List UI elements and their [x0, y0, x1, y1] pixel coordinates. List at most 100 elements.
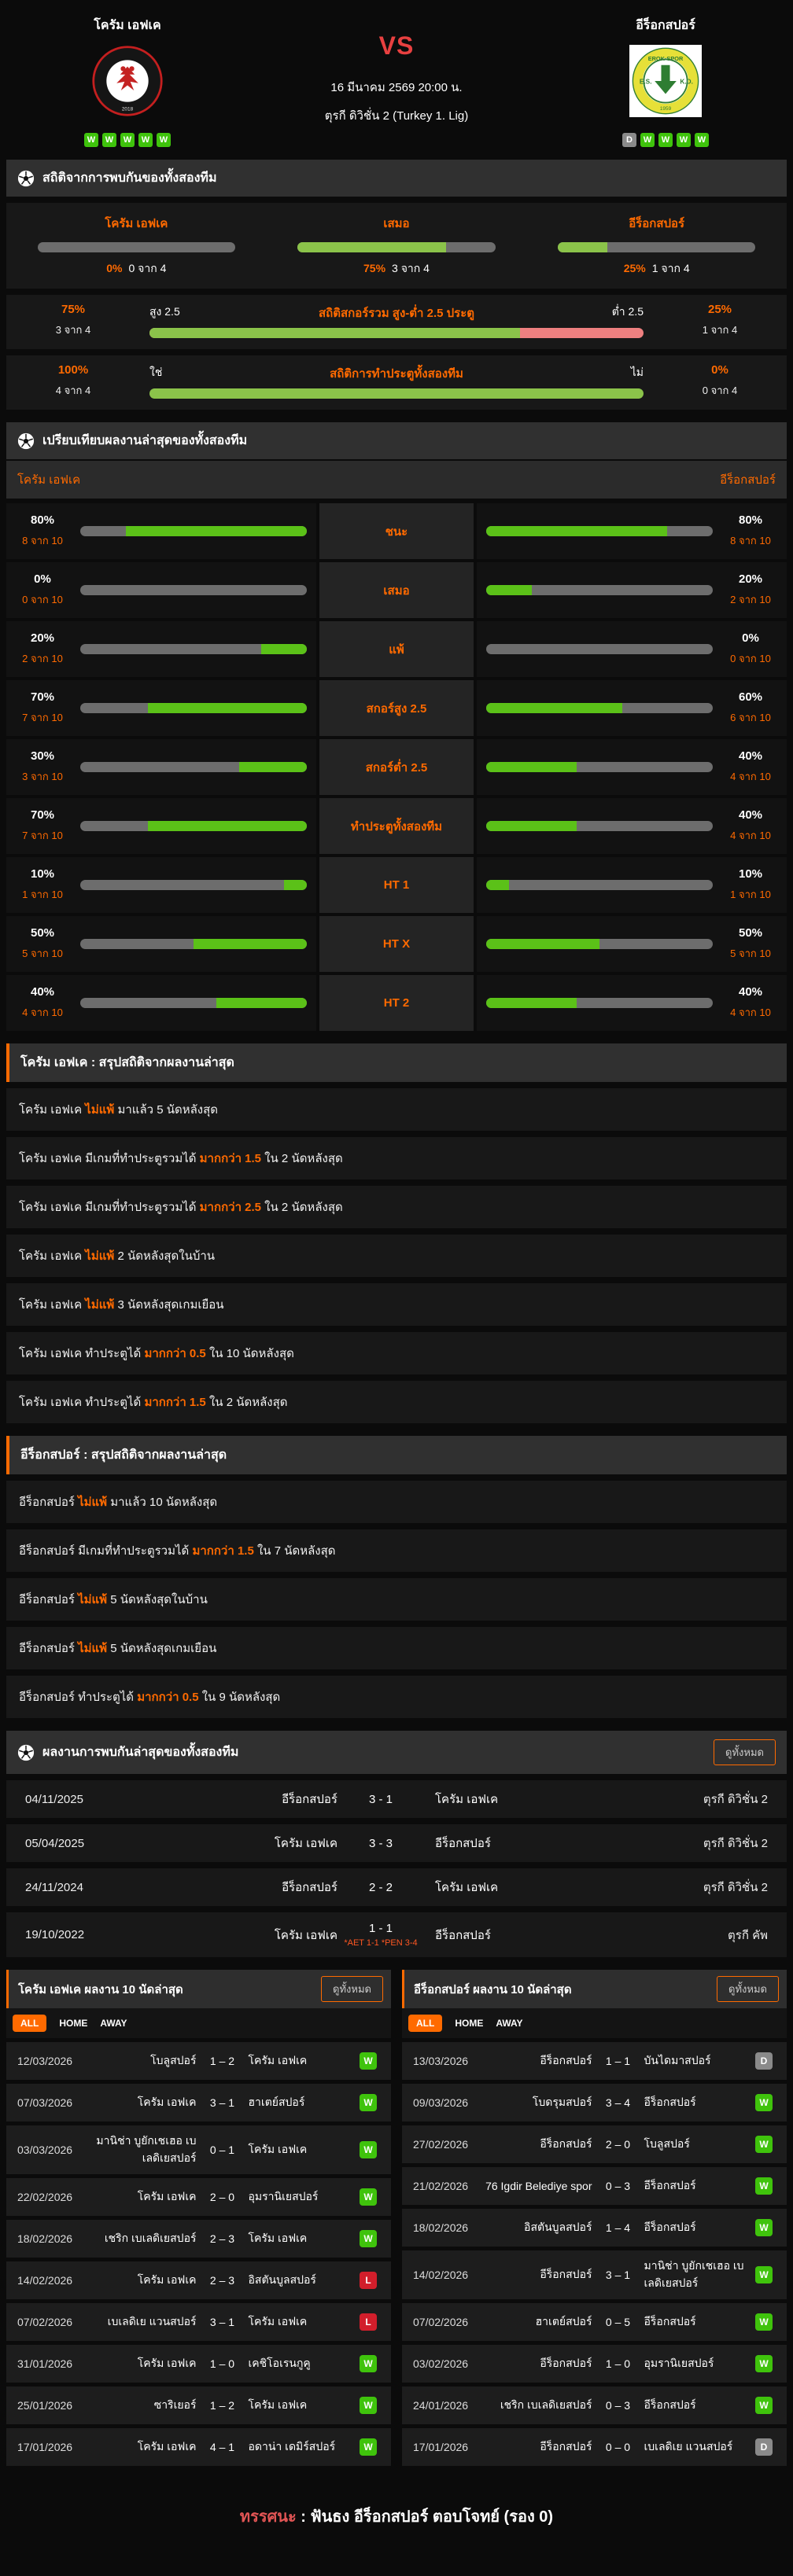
- page: โครัม เอฟเค 2018 WWWWW VS 16 มีนาคม 2569…: [0, 0, 793, 2576]
- result-badge: W: [360, 2052, 377, 2070]
- compare-right-bar: [486, 939, 713, 949]
- home-team: โครัม เอฟเค: [137, 2273, 197, 2286]
- match-score: 3 – 1: [209, 2316, 235, 2328]
- stat-pct: 0%: [106, 262, 123, 274]
- away-team: มานิช่า บูยักเชเฮอ เบเลดิเยสปอร์: [644, 2259, 744, 2289]
- btts-bar: [149, 388, 644, 399]
- tab-away[interactable]: AWAY: [496, 2018, 522, 2029]
- result-badge: W: [755, 2177, 773, 2195]
- prediction-label: ทรรศนะ: [239, 2508, 297, 2526]
- summary-highlight: ไม่แพ้: [78, 1593, 108, 1606]
- away-team-logo: E.S. K.D. EROK·SPOR 1959: [629, 45, 702, 117]
- compare-left-bar: [80, 526, 307, 536]
- match-date: 18/02/2026: [17, 2232, 73, 2245]
- away-team: อิสตันบูลสปอร์: [248, 2273, 316, 2286]
- summary-row: อีร็อกสปอร์ ทำประตูได้ มากกว่า 0.5 ใน 9 …: [6, 1676, 787, 1718]
- stat-bar: [297, 242, 496, 252]
- form-badge: W: [138, 133, 153, 147]
- match-date: 09/03/2026: [413, 2096, 469, 2109]
- compare-row-label: สกอร์ต่ำ 2.5: [319, 739, 474, 795]
- away-team: โครัม เอฟเค: [248, 2232, 308, 2244]
- view-all-button[interactable]: ดูทั้งหมด: [717, 1976, 779, 2002]
- result-badge: W: [755, 2219, 773, 2236]
- compare-left-frac: 0 จาก 10: [22, 594, 63, 605]
- home-team: ฮาเตย์สปอร์: [535, 2315, 592, 2328]
- compare-row-label: HT X: [319, 916, 474, 972]
- team1-last10-panel: โครัม เอฟเค ผลงาน 10 นัดล่าสุด ดูทั้งหมด…: [6, 1970, 391, 2466]
- compare-left-bar: [80, 998, 307, 1008]
- view-all-button[interactable]: ดูทั้งหมด: [714, 1739, 776, 1765]
- tab-all[interactable]: ALL: [13, 2015, 47, 2032]
- btts-left-frac: 4 จาก 4: [55, 385, 91, 396]
- team2-last10-header: อีร็อกสปอร์ ผลงาน 10 นัดล่าสุด ดูทั้งหมด: [402, 1970, 787, 2008]
- match-score: 3 – 1: [605, 2269, 631, 2281]
- match-score: 2 – 3: [209, 2232, 235, 2245]
- match-date: 03/03/2026: [17, 2144, 73, 2156]
- match-row: 13/03/2026 อีร็อกสปอร์ 1 – 1 บันไดมาสปอร…: [402, 2042, 787, 2080]
- match-score: 2 – 0: [209, 2191, 235, 2203]
- svg-text:K.D.: K.D.: [680, 79, 693, 86]
- stat-frac: 0 จาก 4: [128, 262, 167, 274]
- ou-bar: [149, 327, 644, 338]
- h2h-home-win-col: โครัม เอฟเค 0% 0 จาก 4: [6, 214, 267, 278]
- compare-home-name: โครัม เอฟเค: [17, 473, 81, 487]
- soccer-ball-icon: [17, 432, 35, 449]
- away-team: บันไดมาสปอร์: [644, 2054, 711, 2066]
- away-team: โครัม เอฟเค: [248, 2054, 308, 2066]
- form-badge: W: [120, 133, 135, 147]
- stat-bar: [37, 242, 235, 252]
- view-all-button[interactable]: ดูทั้งหมด: [321, 1976, 383, 2002]
- match-score: 0 – 1: [209, 2144, 235, 2156]
- compare-rows: 80% 8 จาก 10 ชนะ 80% 8 จาก 10 0% 0 จาก 10: [6, 503, 787, 1031]
- away-team: โครัม เอฟเค: [435, 1881, 499, 1894]
- match-row: 14/02/2026 อีร็อกสปอร์ 3 – 1 มานิช่า บูย…: [402, 2250, 787, 2299]
- compare-row-label: ทำประตูทั้งสองทีม: [319, 798, 474, 854]
- compare-right-bar: [486, 703, 713, 713]
- svg-text:E.S.: E.S.: [640, 79, 652, 86]
- compare-right-pct: 40%: [738, 749, 763, 763]
- summary-highlight: มากกว่า 1.5: [199, 1152, 262, 1165]
- match-date: 21/02/2026: [413, 2180, 469, 2192]
- away-team: โบลูสปอร์: [644, 2137, 690, 2150]
- tab-home[interactable]: HOME: [59, 2018, 87, 2029]
- match-score: 1 – 1: [605, 2055, 631, 2067]
- h2h-stats-header: สถิติจากการพบกันของทั้งสองทีม: [6, 160, 787, 197]
- summary-highlight: มากกว่า 0.5: [137, 1691, 199, 1704]
- form-badge: W: [677, 133, 691, 147]
- compare-left-bar: [80, 821, 307, 831]
- match-row: 27/02/2026 อีร็อกสปอร์ 2 – 0 โบลูสปอร์ W: [402, 2125, 787, 2163]
- erokspor-crest-icon: E.S. K.D. EROK·SPOR 1959: [629, 45, 702, 117]
- summary-row: อีร็อกสปอร์ มีเกมที่ทำประตูรวมได้ มากกว่…: [6, 1529, 787, 1572]
- summary-row: โครัม เอฟเค ทำประตูได้ มากกว่า 0.5 ใน 10…: [6, 1332, 787, 1374]
- away-team: อีร็อกสปอร์: [644, 2096, 696, 2108]
- compare-right-bar: [486, 585, 713, 595]
- compare-section: เปรียบเทียบผลงานล่าสุดของทั้งสองทีม โครั…: [6, 422, 787, 1031]
- match-row: 12/03/2026 โบลูสปอร์ 1 – 2 โครัม เอฟเค W: [6, 2042, 391, 2080]
- h2h-result-row: 24/11/2024 อีร็อกสปอร์ 2 - 2 โครัม เอฟเค…: [6, 1868, 787, 1906]
- match-league: ตุรกี ดิวิชั่น 2: [703, 1881, 768, 1894]
- tab-away[interactable]: AWAY: [100, 2018, 127, 2029]
- tab-all[interactable]: ALL: [408, 2015, 443, 2032]
- form-badge: D: [622, 133, 636, 147]
- compare-left-frac: 3 จาก 10: [22, 771, 63, 782]
- match-date: 12/03/2026: [17, 2055, 73, 2067]
- tab-home[interactable]: HOME: [455, 2018, 483, 2029]
- match-date: 24/11/2024: [25, 1880, 83, 1894]
- compare-right-bar: [486, 526, 713, 536]
- match-score: 0 – 3: [605, 2399, 631, 2412]
- compare-row: 70% 7 จาก 10 ทำประตูทั้งสองทีม 40% 4 จาก 1…: [6, 798, 787, 854]
- summary-highlight: ไม่แพ้: [78, 1496, 108, 1509]
- stat-frac: 3 จาก 4: [392, 262, 430, 274]
- away-team: เบเลดิเย แวนสปอร์: [644, 2440, 733, 2453]
- compare-right-bar: [486, 821, 713, 831]
- match-score: 1 – 2: [209, 2055, 235, 2067]
- summary-highlight: ไม่แพ้: [78, 1642, 108, 1655]
- compare-right-pct: 20%: [738, 572, 763, 586]
- compare-team-names: โครัม เอฟเค อีร็อกสปอร์: [6, 461, 787, 499]
- compare-row: 70% 7 จาก 10 สกอร์สูง 2.5 60% 6 จาก 10: [6, 680, 787, 736]
- compare-left-frac: 5 จาก 10: [22, 948, 63, 959]
- compare-right-bar: [486, 880, 713, 890]
- match-row: 22/02/2026 โครัม เอฟเค 2 – 0 อุมรานิเยสป…: [6, 2178, 391, 2216]
- compare-left-pct: 0%: [34, 572, 51, 586]
- team2-last10-panel: อีร็อกสปอร์ ผลงาน 10 นัดล่าสุด ดูทั้งหมด…: [402, 1970, 787, 2466]
